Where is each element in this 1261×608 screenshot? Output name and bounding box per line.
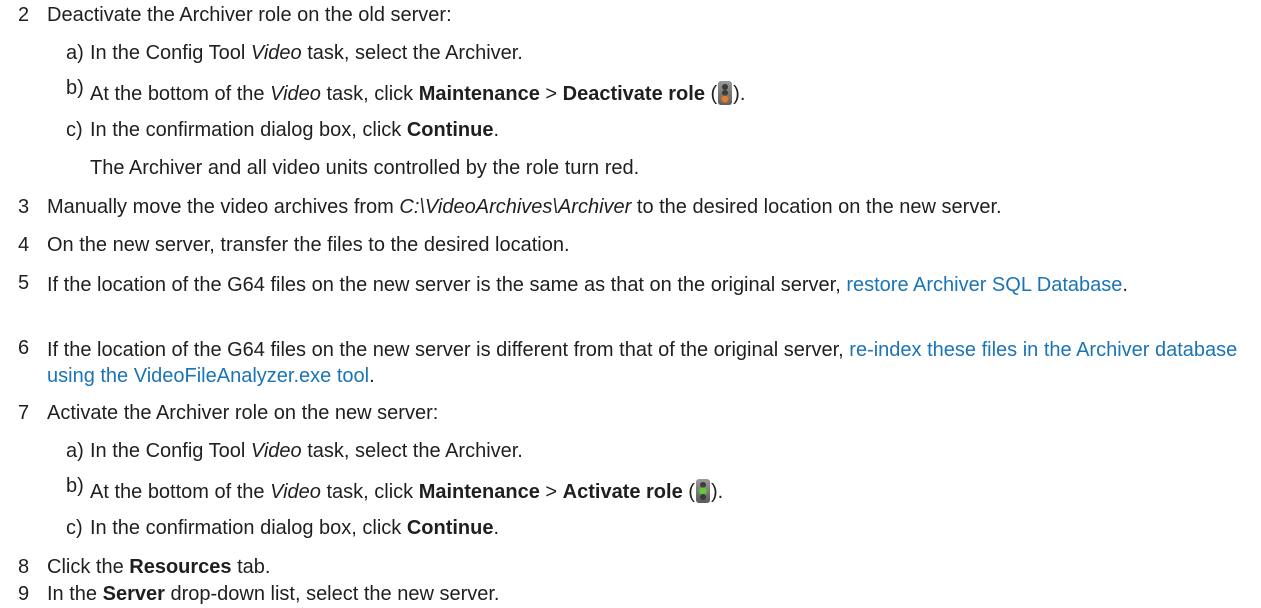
sub-text: At the bottom of the Video task, click M… [90, 81, 746, 105]
sub-text: In the confirmation dialog box, click Co… [90, 517, 500, 539]
step-number: 4 [18, 234, 30, 256]
step-text: Manually move the video archives from C:… [47, 196, 1002, 218]
procedure-document: 2 Deactivate the Archiver role on the ol… [0, 0, 1261, 608]
step-number: 8 [18, 556, 30, 578]
step-text: On the new server, transfer the files to… [47, 234, 570, 256]
step-text: In the Server drop-down list, select the… [47, 583, 500, 605]
sub-letter: c) [66, 119, 83, 141]
step-number: 9 [18, 583, 30, 605]
step-number: 3 [18, 196, 30, 218]
traffic-light-orange-icon [718, 81, 733, 105]
restore-archiver-database-link[interactable]: restore Archiver SQL Database [846, 274, 1122, 296]
sub-text: At the bottom of the Video task, click M… [90, 479, 724, 503]
sub-letter: b) [66, 475, 84, 497]
step-text: Click the Resources tab. [47, 556, 271, 578]
step-2-result-note: The Archiver and all video units control… [90, 157, 640, 179]
step-number: 6 [18, 337, 30, 359]
sub-text: In the Config Tool Video task, select th… [90, 42, 523, 64]
step-number: 7 [18, 402, 30, 424]
step-number: 2 [18, 4, 30, 26]
traffic-light-green-icon [695, 479, 710, 503]
sub-letter: a) [66, 440, 84, 462]
step-number: 5 [18, 272, 30, 294]
sub-letter: b) [66, 77, 84, 99]
step-text: Activate the Archiver role on the new se… [47, 402, 439, 424]
sub-text: In the Config Tool Video task, select th… [90, 440, 523, 462]
sub-letter: a) [66, 42, 84, 64]
step-text: If the location of the G64 files on the … [47, 274, 1128, 296]
sub-text: In the confirmation dialog box, click Co… [90, 119, 500, 141]
step-text: Deactivate the Archiver role on the old … [47, 4, 452, 26]
sub-letter: c) [66, 517, 83, 539]
step-text: If the location of the G64 files on the … [47, 339, 1238, 387]
